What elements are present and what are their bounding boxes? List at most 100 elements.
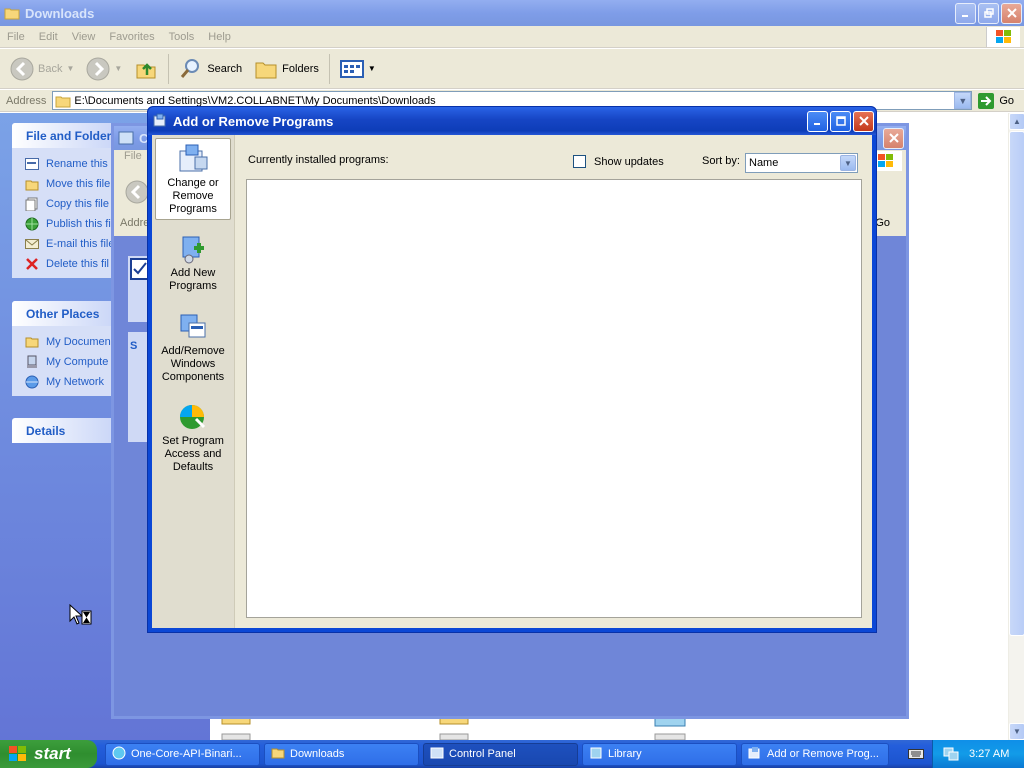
clock[interactable]: 3:27 AM <box>969 748 1009 760</box>
my-computer-link[interactable]: My Compute <box>24 352 122 372</box>
windows-components-icon <box>176 311 210 343</box>
chevron-down-icon[interactable]: ▼ <box>840 155 856 171</box>
forward-arrow-icon <box>86 57 110 80</box>
folder-icon <box>55 96 71 107</box>
maximize-button[interactable] <box>830 110 851 132</box>
my-computer-label: My Compute <box>46 356 109 368</box>
control-panel-icon <box>430 746 444 763</box>
email-task-label: E-mail this file <box>46 238 115 250</box>
menu-view[interactable]: View <box>65 31 103 43</box>
details-heading[interactable]: Details <box>12 418 122 443</box>
menu-file[interactable]: File <box>114 150 149 162</box>
explorer-toolbar: Back ▼ ▼ Search Folders ▼ <box>0 49 1024 89</box>
menu-tools[interactable]: Tools <box>162 31 202 43</box>
sort-by-label: Sort by: <box>702 155 740 167</box>
menu-bar: File Edit View Favorites Tools Help <box>0 26 1024 48</box>
go-label: Go <box>999 94 1014 107</box>
folders-label: Folders <box>282 62 319 75</box>
taskbar-item-browser[interactable]: One-Core-API-Binari... <box>105 742 260 766</box>
close-button[interactable] <box>853 110 874 132</box>
folder-icon <box>271 747 285 762</box>
installed-programs-label: Currently installed programs: <box>248 154 389 166</box>
taskbar-item-label: Downloads <box>290 748 345 760</box>
menu-file[interactable]: File <box>0 31 32 43</box>
minimize-button[interactable] <box>807 110 828 132</box>
minimize-button[interactable] <box>955 2 976 24</box>
my-network-link[interactable]: My Network <box>24 372 122 392</box>
network-tray-icon[interactable] <box>943 745 959 764</box>
file-folder-tasks-panel: File and Folder Rename this Move this fi… <box>12 123 122 278</box>
network-globe-icon <box>24 374 40 390</box>
change-remove-programs-label: Change or Remove Programs <box>167 177 219 215</box>
set-program-access-button[interactable]: Set Program Access and Defaults <box>155 397 231 474</box>
restore-button[interactable] <box>978 2 999 24</box>
my-documents-link[interactable]: My Documen <box>24 332 122 352</box>
email-task-link[interactable]: E-mail this file <box>24 234 122 254</box>
scroll-up-button[interactable]: ▲ <box>1009 113 1024 130</box>
arp-sidebar: Change or Remove Programs Add New Progra… <box>152 135 235 628</box>
menu-help[interactable]: Help <box>201 31 238 43</box>
scroll-down-button[interactable]: ▼ <box>1009 723 1024 740</box>
delete-x-icon <box>24 256 40 272</box>
menu-edit[interactable]: Edit <box>32 31 65 43</box>
show-updates-checkbox[interactable]: Show updates <box>573 155 664 168</box>
other-places-heading[interactable]: Other Places <box>12 301 122 326</box>
views-icon <box>339 59 364 78</box>
show-updates-box[interactable] <box>573 155 586 168</box>
publish-task-link[interactable]: Publish this fi <box>24 214 122 234</box>
scroll-thumb[interactable] <box>1009 131 1024 636</box>
back-button[interactable]: Back ▼ <box>6 52 78 86</box>
file-folder-tasks-heading[interactable]: File and Folder <box>12 123 122 148</box>
copy-task-link[interactable]: Copy this file <box>24 194 122 214</box>
keyboard-icon[interactable] <box>908 747 924 760</box>
menu-favorites[interactable]: Favorites <box>102 31 161 43</box>
arp-body: Change or Remove Programs Add New Progra… <box>152 135 872 628</box>
arp-titlebar[interactable]: Add or Remove Programs <box>148 107 876 135</box>
change-remove-programs-icon <box>176 143 210 175</box>
search-button[interactable]: Search <box>175 52 246 86</box>
rename-task-link[interactable]: Rename this <box>24 154 122 174</box>
up-folder-button[interactable] <box>130 52 162 86</box>
forward-button[interactable]: ▼ <box>82 52 126 86</box>
program-access-icon <box>176 401 210 433</box>
go-label[interactable]: Go <box>875 217 890 229</box>
taskbar-item-label: One-Core-API-Binari... <box>131 748 242 760</box>
my-network-label: My Network <box>46 376 105 388</box>
add-new-programs-icon <box>176 233 210 265</box>
delete-task-link[interactable]: Delete this fil <box>24 254 122 274</box>
installed-programs-list[interactable] <box>246 179 862 618</box>
go-button[interactable]: Go <box>971 92 1024 110</box>
change-remove-programs-button[interactable]: Change or Remove Programs <box>155 138 231 220</box>
taskbar-item-library[interactable]: Library <box>582 742 737 766</box>
add-remove-windows-components-label: Add/Remove Windows Components <box>161 345 225 383</box>
email-icon <box>24 236 40 252</box>
add-new-programs-button[interactable]: Add New Programs <box>155 229 231 293</box>
rename-task-label: Rename this <box>46 158 108 170</box>
add-remove-windows-components-button[interactable]: Add/Remove Windows Components <box>155 307 231 384</box>
taskbar: start One-Core-API-Binari... Downloads C… <box>0 740 1024 768</box>
move-task-link[interactable]: Move this file <box>24 174 122 194</box>
views-button[interactable]: ▼ <box>336 52 380 86</box>
close-button[interactable] <box>883 127 904 149</box>
address-dropdown-button[interactable]: ▼ <box>954 92 972 109</box>
folders-icon <box>255 62 277 78</box>
publish-task-label: Publish this fi <box>46 218 111 230</box>
delete-task-label: Delete this fil <box>46 258 109 270</box>
copy-icon <box>24 196 40 212</box>
rename-icon <box>24 156 40 172</box>
taskbar-item-add-remove[interactable]: Add or Remove Prog... <box>741 742 889 766</box>
taskbar-item-control-panel[interactable]: Control Panel <box>423 742 578 766</box>
address-label: Address <box>6 94 47 107</box>
taskbar-item-downloads[interactable]: Downloads <box>264 742 419 766</box>
taskbar-item-label: Add or Remove Prog... <box>767 748 879 760</box>
start-button[interactable]: start <box>0 740 97 768</box>
downloads-titlebar[interactable]: Downloads <box>0 0 1024 26</box>
folders-button[interactable]: Folders <box>250 52 323 86</box>
sort-by-select[interactable]: Name ▼ <box>745 153 858 173</box>
windows-flag-icon <box>9 746 26 761</box>
back-label: Back <box>38 62 63 75</box>
close-button[interactable] <box>1001 2 1022 24</box>
vertical-scrollbar[interactable]: ▲ ▼ <box>1008 113 1024 740</box>
computer-icon <box>24 354 40 370</box>
folder-icon <box>4 5 20 21</box>
